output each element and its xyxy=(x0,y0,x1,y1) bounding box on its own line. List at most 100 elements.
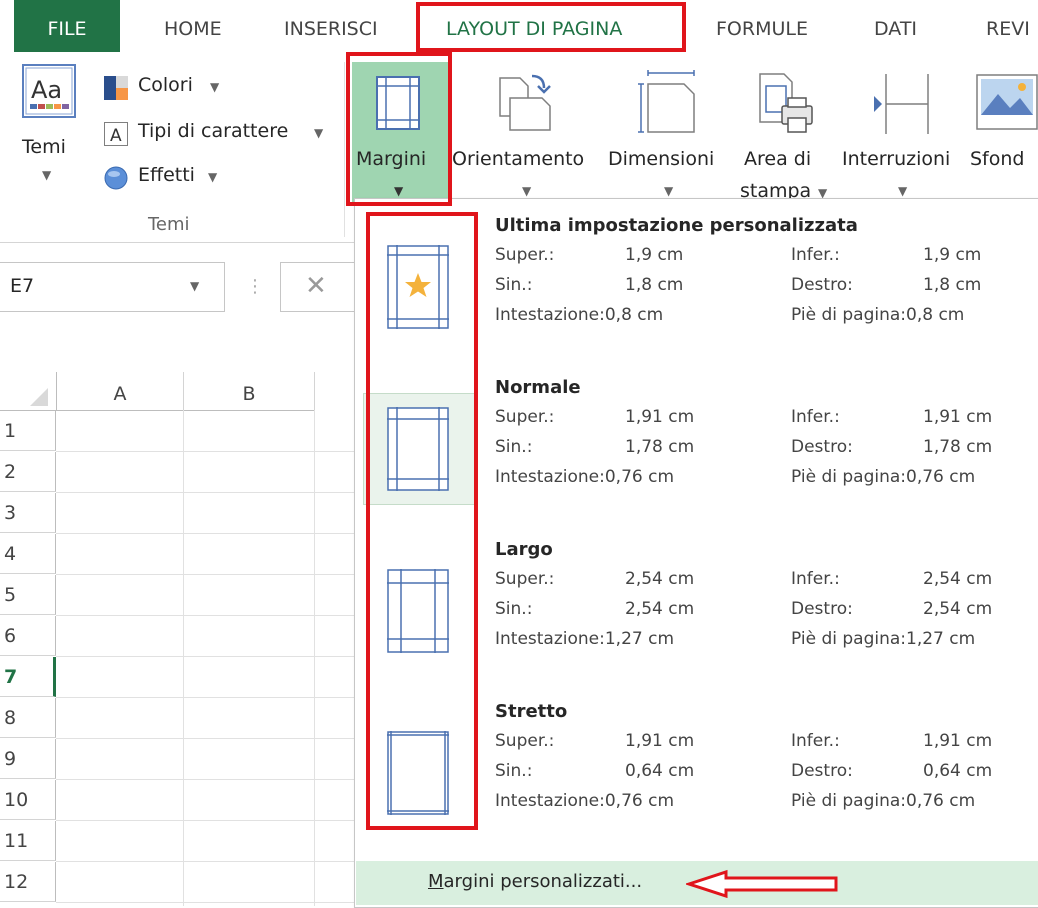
chevron-down-icon: ▼ xyxy=(522,184,532,198)
header-margin: Intestazione:0,76 cm xyxy=(495,791,675,811)
colori-label: Colori xyxy=(138,74,193,96)
row-header[interactable]: 9 xyxy=(0,739,56,779)
left-margin-label: Sin.: xyxy=(495,275,533,295)
tab-dati[interactable]: DATI xyxy=(874,0,917,52)
grid-row-line xyxy=(56,533,356,534)
grid-row-line xyxy=(56,492,356,493)
bottom-margin-label: Infer.: xyxy=(791,731,840,751)
left-margin-value: 1,8 cm xyxy=(625,275,684,295)
temi-label: Temi xyxy=(22,136,66,158)
tab-home[interactable]: HOME xyxy=(164,0,222,52)
tipi-di-carattere-label: Tipi di carattere xyxy=(138,120,289,142)
name-box[interactable]: E7 ▼ xyxy=(0,262,225,312)
top-margin-label: Super.: xyxy=(495,407,555,427)
select-all-triangle-icon xyxy=(30,388,48,406)
right-margin-label: Destro: xyxy=(791,275,853,295)
chevron-down-icon: ▼ xyxy=(664,184,674,198)
row-header[interactable]: 7 xyxy=(0,657,56,697)
chevron-down-icon: ▼ xyxy=(190,279,200,293)
footer-margin: Piè di pagina:0,8 cm xyxy=(791,305,965,325)
chevron-down-icon: ▼ xyxy=(208,170,218,184)
left-margin-value: 1,78 cm xyxy=(625,437,695,457)
margins-option-title: Stretto xyxy=(495,701,568,722)
custom-margins-label: argini personalizzati... xyxy=(443,871,643,892)
tab-revisione[interactable]: REVI xyxy=(986,0,1030,52)
bottom-margin-value: 1,9 cm xyxy=(923,245,982,265)
row-header[interactable]: 4 xyxy=(0,534,56,574)
dimensioni-button[interactable]: Dimensioni ▼ xyxy=(606,62,732,202)
grid-row-line xyxy=(56,574,356,575)
annotation-box-layout-tab xyxy=(416,2,686,52)
tab-inserisci[interactable]: INSERISCI xyxy=(284,0,378,52)
header-margin: Intestazione:0,8 cm xyxy=(495,305,664,325)
row-header[interactable]: 10 xyxy=(0,780,56,820)
orientation-icon xyxy=(499,74,551,131)
interruzioni-label: Interruzioni xyxy=(842,148,951,170)
left-margin-label: Sin.: xyxy=(495,599,533,619)
size-icon xyxy=(638,70,695,133)
top-margin-label: Super.: xyxy=(495,245,555,265)
chevron-down-icon: ▼ xyxy=(898,184,908,198)
svg-text:Aa: Aa xyxy=(31,76,62,104)
cancel-formula-button[interactable]: ✕ xyxy=(280,262,362,312)
bottom-margin-label: Infer.: xyxy=(791,569,840,589)
colors-icon xyxy=(104,76,128,100)
row-header[interactable]: 2 xyxy=(0,452,56,492)
formula-bar-splitter-icon[interactable]: ⋮ xyxy=(246,276,264,297)
left-margin-value: 0,64 cm xyxy=(625,761,695,781)
grid-row-line xyxy=(56,902,356,903)
footer-margin: Piè di pagina:0,76 cm xyxy=(791,791,976,811)
row-header[interactable]: 6 xyxy=(0,616,56,656)
custom-margins-menu-item[interactable]: Margini personalizzati... xyxy=(356,861,1038,905)
grid-row-line xyxy=(56,656,356,657)
print-area-icon xyxy=(759,73,813,133)
area-di-stampa-button[interactable]: Area di stampa ▼ xyxy=(738,62,834,212)
column-header-a[interactable]: A xyxy=(57,372,184,411)
effetti-label: Effetti xyxy=(138,164,195,186)
tab-file[interactable]: FILE xyxy=(14,0,120,52)
margins-option-title: Ultima impostazione personalizzata xyxy=(495,215,858,236)
dimensioni-label: Dimensioni xyxy=(608,148,715,170)
group-separator xyxy=(344,62,345,237)
temi-button[interactable]: Aa Temi ▼ xyxy=(10,54,90,204)
right-margin-value: 2,54 cm xyxy=(923,599,993,619)
chevron-down-icon: ▼ xyxy=(42,168,52,182)
grid-row-line xyxy=(56,697,356,698)
background-image-icon xyxy=(976,74,1038,130)
grid-row-line xyxy=(56,820,356,821)
header-margin: Intestazione:0,76 cm xyxy=(495,467,675,487)
right-margin-label: Destro: xyxy=(791,437,853,457)
group-label-temi: Temi xyxy=(148,214,190,235)
row-header[interactable]: 3 xyxy=(0,493,56,533)
arrow-left-annotation-icon xyxy=(686,869,838,899)
tab-formule[interactable]: FORMULE xyxy=(716,0,808,52)
grid-row-line xyxy=(56,615,356,616)
top-margin-label: Super.: xyxy=(495,569,555,589)
sfondo-label: Sfond xyxy=(970,148,1025,170)
column-header-b[interactable]: B xyxy=(184,372,315,411)
breaks-icon xyxy=(874,74,929,134)
right-margin-value: 1,78 cm xyxy=(923,437,993,457)
bottom-margin-value: 1,91 cm xyxy=(923,407,993,427)
bottom-margin-value: 2,54 cm xyxy=(923,569,993,589)
top-margin-label: Super.: xyxy=(495,731,555,751)
row-header[interactable]: 5 xyxy=(0,575,56,615)
interruzioni-button[interactable]: Interruzioni ▼ xyxy=(842,62,966,202)
effects-icon xyxy=(104,166,128,190)
annotation-box-thumbnails xyxy=(366,212,478,830)
grid-row-line xyxy=(56,738,356,739)
row-header[interactable]: 1 xyxy=(0,411,56,451)
select-all-corner[interactable] xyxy=(0,372,57,411)
bottom-margin-label: Infer.: xyxy=(791,407,840,427)
row-header[interactable]: 11 xyxy=(0,821,56,861)
top-margin-value: 1,91 cm xyxy=(625,731,695,751)
row-header[interactable]: 8 xyxy=(0,698,56,738)
annotation-box-margini xyxy=(346,52,452,206)
orientamento-button[interactable]: Orientamento ▼ xyxy=(452,62,600,202)
bottom-margin-value: 1,91 cm xyxy=(923,731,993,751)
close-icon: ✕ xyxy=(305,271,327,301)
fonts-icon: A xyxy=(104,122,128,146)
row-header[interactable]: 12 xyxy=(0,862,56,902)
area-di-stampa-label-1: Area di xyxy=(744,148,812,170)
sfondo-button[interactable]: Sfond xyxy=(970,62,1038,202)
